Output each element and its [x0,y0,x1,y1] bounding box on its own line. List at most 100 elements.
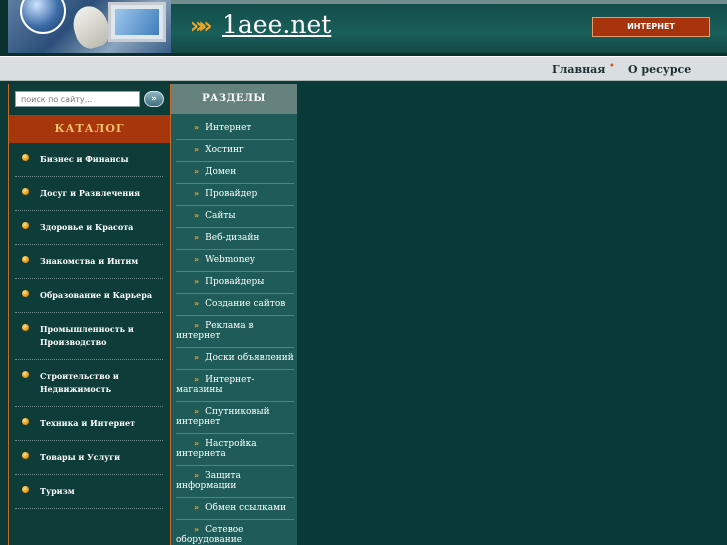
catalog-item[interactable]: Промышленность и Производство [15,313,163,360]
catalog-item-label: Досуг и Развлечения [40,188,141,198]
section-item[interactable]: » Реклама в интернет [176,316,294,348]
section-item[interactable]: » Провайдер [176,184,294,206]
section-item-label: Webmoney [205,255,255,265]
section-item-label: Хостинг [205,145,244,155]
catalog-item[interactable]: Строительство и Недвижимость [15,360,163,407]
section-item-label: Обмен ссылками [205,503,287,513]
catalog-item-label: Техника и Интернет [40,418,136,428]
section-item[interactable]: » Создание сайтов [176,294,294,316]
main-content [297,84,727,545]
catalog-item[interactable]: Досуг и Развлечения [15,177,163,211]
section-item[interactable]: » Домен [176,162,294,184]
section-item[interactable]: » Интернет [176,118,294,140]
orange-bullet-icon [22,154,29,161]
nav-about-link[interactable]: О ресурсе [628,63,691,76]
double-chevron-icon: » [194,375,200,384]
section-item[interactable]: » Интернет-магазины [176,370,294,402]
section-item[interactable]: » Доски объявлений [176,348,294,370]
satellite-dish-icon [68,1,114,53]
top-nav: Главная • О ресурсе [0,56,727,81]
section-item[interactable]: » Провайдеры [176,272,294,294]
section-item-label: Провайдеры [205,277,265,287]
section-item-label: Настройка интернета [176,439,257,459]
double-chevron-icon: » [194,145,200,154]
catalog-item[interactable]: Туризм [15,475,163,509]
section-item-label: Доски объявлений [205,353,294,363]
double-chevron-icon: » [194,299,200,308]
section-item[interactable]: » Защита информации [176,466,294,498]
section-item[interactable]: » Хостинг [176,140,294,162]
orange-bullet-icon [22,418,29,425]
internet-button[interactable]: ИНТЕРНЕТ [592,17,710,37]
double-chevron-icon: » [194,189,200,198]
catalog-item[interactable]: Техника и Интернет [15,407,163,441]
double-chevron-icon: » [194,123,200,132]
monitor-icon [108,2,166,42]
section-item[interactable]: » Веб-дизайн [176,228,294,250]
section-item-label: Интернет [205,123,252,133]
orange-bullet-icon [22,371,29,378]
catalog-heading: КАТАЛОГ [9,115,170,143]
double-chevron-icon: » [194,255,200,264]
section-item-label: Создание сайтов [205,299,286,309]
section-item-label: Домен [205,167,237,177]
orange-bullet-icon [22,188,29,195]
section-item-label: Спутниковый интернет [176,407,270,427]
orange-bullet-icon [22,486,29,493]
catalog-item-label: Бизнес и Финансы [40,154,129,164]
double-chevron-icon: » [194,439,200,448]
section-item[interactable]: » Спутниковый интернет [176,402,294,434]
globe-icon [20,0,66,34]
section-item-label: Веб-дизайн [205,233,260,243]
section-item-label: Сетевое оборудование [176,525,244,545]
orange-bullet-icon [22,222,29,229]
section-item[interactable]: » Сетевое оборудование [176,520,294,545]
section-item-label: Интернет-магазины [176,375,255,395]
catalog-item-label: Промышленность и Производство [40,324,134,347]
catalog-item[interactable]: Товары и Услуги [15,441,163,475]
catalog-item-label: Строительство и Недвижимость [40,371,119,394]
catalog-list: Бизнес и Финансы Досуг и Развлечения Здоро… [9,143,170,509]
sections-heading: РАЗДЕЛЫ [171,84,297,114]
header: »» 1aee.net ИНТЕРНЕТ [0,0,727,56]
section-item-label: Сайты [205,211,236,221]
double-chevron-icon: » [194,471,200,480]
catalog-item-label: Товары и Услуги [40,452,121,462]
section-item-label: Реклама в интернет [176,321,254,341]
catalog-item[interactable]: Бизнес и Финансы [15,143,163,177]
double-chevron-icon: » [194,167,200,176]
double-chevron-icon: » [194,277,200,286]
section-item[interactable]: » Настройка интернета [176,434,294,466]
catalog-item[interactable]: Образование и Карьера [15,279,163,313]
search-button[interactable]: » [144,91,164,107]
double-chevron-icon: » [194,525,200,534]
catalog-item[interactable]: Знакомства и Интим [15,245,163,279]
sections-column: РАЗДЕЛЫ » Интернет » Хостинг » Домен » Провайде… [171,84,297,545]
orange-bullet-icon [22,256,29,263]
nav-home-link[interactable]: Главная [552,63,605,76]
double-chevron-icon: » [194,407,200,416]
search-input[interactable] [15,91,140,107]
orange-bullet-icon [22,452,29,459]
double-chevron-icon: »» [190,14,213,39]
double-chevron-icon: » [194,211,200,220]
catalog-item-label: Здоровье и Красота [40,222,134,232]
orange-bullet-icon [22,324,29,331]
logo-image[interactable] [8,0,171,53]
orange-bullet-icon [22,290,29,297]
double-chevron-icon: » [194,353,200,362]
left-sidebar: » КАТАЛОГ Бизнес и Финансы Досуг и Развле… [8,84,171,545]
catalog-item-label: Туризм [40,486,75,496]
site-title-link[interactable]: 1aee.net [222,10,331,39]
sections-list: » Интернет» Хостинг» Домен» Провайдер» Сайты»… [176,118,294,545]
section-item-label: Защита информации [176,471,241,491]
section-item[interactable]: » Обмен ссылками [176,498,294,520]
section-item[interactable]: » Webmoney [176,250,294,272]
section-item[interactable]: » Сайты [176,206,294,228]
catalog-item[interactable]: Здоровье и Красота [15,211,163,245]
nav-separator: • [609,61,615,72]
catalog-item-label: Образование и Карьера [40,290,152,300]
double-chevron-icon: » [194,233,200,242]
section-item-label: Провайдер [205,189,258,199]
double-chevron-icon: » [194,503,200,512]
